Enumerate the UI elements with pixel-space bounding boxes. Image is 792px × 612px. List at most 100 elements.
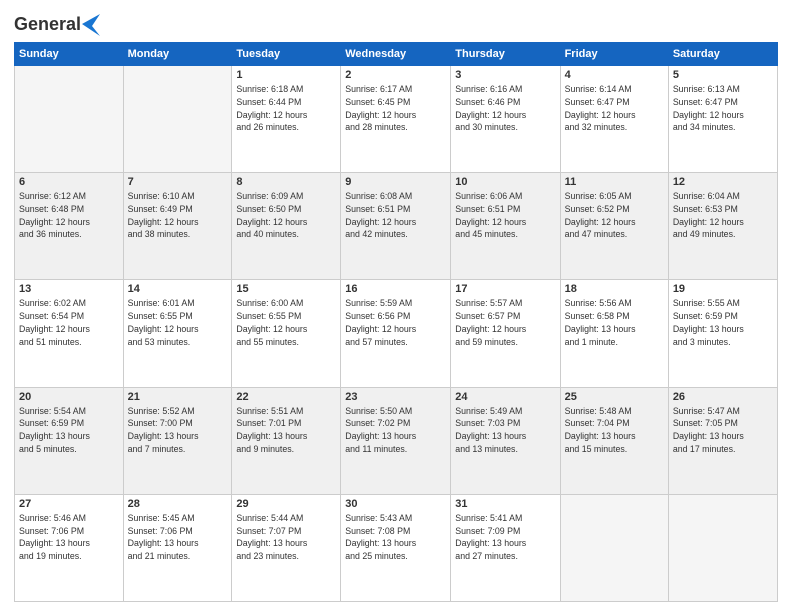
calendar-cell: 8 Sunrise: 6:09 AM Sunset: 6:50 PM Daylig… <box>232 173 341 280</box>
day-info: Sunrise: 6:18 AM Sunset: 6:44 PM Dayligh… <box>236 83 336 134</box>
day-number: 22 <box>236 391 336 403</box>
calendar-cell: 25 Sunrise: 5:48 AM Sunset: 7:04 PM Dayli… <box>560 387 668 494</box>
day-number: 23 <box>345 391 446 403</box>
day-info: Sunrise: 5:45 AM Sunset: 7:06 PM Dayligh… <box>128 512 228 563</box>
col-header-thursday: Thursday <box>451 43 560 66</box>
day-info: Sunrise: 5:50 AM Sunset: 7:02 PM Dayligh… <box>345 405 446 456</box>
calendar-cell: 23 Sunrise: 5:50 AM Sunset: 7:02 PM Dayli… <box>341 387 451 494</box>
day-number: 27 <box>19 498 119 510</box>
day-info: Sunrise: 5:46 AM Sunset: 7:06 PM Dayligh… <box>19 512 119 563</box>
calendar-cell: 21 Sunrise: 5:52 AM Sunset: 7:00 PM Dayli… <box>123 387 232 494</box>
day-info: Sunrise: 5:56 AM Sunset: 6:58 PM Dayligh… <box>565 297 664 348</box>
day-info: Sunrise: 6:00 AM Sunset: 6:55 PM Dayligh… <box>236 297 336 348</box>
day-number: 29 <box>236 498 336 510</box>
calendar-cell: 29 Sunrise: 5:44 AM Sunset: 7:07 PM Dayli… <box>232 494 341 601</box>
day-info: Sunrise: 6:06 AM Sunset: 6:51 PM Dayligh… <box>455 190 555 241</box>
col-header-monday: Monday <box>123 43 232 66</box>
day-number: 18 <box>565 283 664 295</box>
day-info: Sunrise: 5:48 AM Sunset: 7:04 PM Dayligh… <box>565 405 664 456</box>
col-header-wednesday: Wednesday <box>341 43 451 66</box>
day-number: 7 <box>128 176 228 188</box>
col-header-sunday: Sunday <box>15 43 124 66</box>
calendar-cell: 27 Sunrise: 5:46 AM Sunset: 7:06 PM Dayli… <box>15 494 124 601</box>
day-info: Sunrise: 6:12 AM Sunset: 6:48 PM Dayligh… <box>19 190 119 241</box>
calendar-cell: 9 Sunrise: 6:08 AM Sunset: 6:51 PM Daylig… <box>341 173 451 280</box>
calendar-table: SundayMondayTuesdayWednesdayThursdayFrid… <box>14 42 778 602</box>
calendar-cell: 7 Sunrise: 6:10 AM Sunset: 6:49 PM Daylig… <box>123 173 232 280</box>
day-info: Sunrise: 6:02 AM Sunset: 6:54 PM Dayligh… <box>19 297 119 348</box>
calendar-cell: 2Sunrise: 6:17 AM Sunset: 6:45 PM Daylig… <box>341 66 451 173</box>
calendar-cell: 16Sunrise: 5:59 AM Sunset: 6:56 PM Dayli… <box>341 280 451 387</box>
day-info: Sunrise: 5:54 AM Sunset: 6:59 PM Dayligh… <box>19 405 119 456</box>
day-number: 25 <box>565 391 664 403</box>
day-info: Sunrise: 6:09 AM Sunset: 6:50 PM Dayligh… <box>236 190 336 241</box>
day-info: Sunrise: 5:55 AM Sunset: 6:59 PM Dayligh… <box>673 297 773 348</box>
day-info: Sunrise: 5:51 AM Sunset: 7:01 PM Dayligh… <box>236 405 336 456</box>
calendar-cell: 3 Sunrise: 6:16 AM Sunset: 6:46 PM Daylig… <box>451 66 560 173</box>
calendar-cell: 14 Sunrise: 6:01 AM Sunset: 6:55 PM Dayli… <box>123 280 232 387</box>
day-number: 1 <box>236 69 336 81</box>
day-number: 9 <box>345 176 446 188</box>
day-number: 16 <box>345 283 446 295</box>
day-number: 20 <box>19 391 119 403</box>
day-number: 17 <box>455 283 555 295</box>
day-info: Sunrise: 6:16 AM Sunset: 6:46 PM Dayligh… <box>455 83 555 134</box>
calendar-cell: 12 Sunrise: 6:04 AM Sunset: 6:53 PM Dayli… <box>668 173 777 280</box>
calendar-cell: 11 Sunrise: 6:05 AM Sunset: 6:52 PM Dayli… <box>560 173 668 280</box>
day-info: Sunrise: 5:44 AM Sunset: 7:07 PM Dayligh… <box>236 512 336 563</box>
calendar-cell: 15 Sunrise: 6:00 AM Sunset: 6:55 PM Dayli… <box>232 280 341 387</box>
day-number: 11 <box>565 176 664 188</box>
day-number: 4 <box>565 69 664 81</box>
day-info: Sunrise: 6:14 AM Sunset: 6:47 PM Dayligh… <box>565 83 664 134</box>
day-number: 15 <box>236 283 336 295</box>
day-info: Sunrise: 5:49 AM Sunset: 7:03 PM Dayligh… <box>455 405 555 456</box>
calendar-header-row: SundayMondayTuesdayWednesdayThursdayFrid… <box>15 43 778 66</box>
day-number: 10 <box>455 176 555 188</box>
calendar-cell: 31Sunrise: 5:41 AM Sunset: 7:09 PM Dayli… <box>451 494 560 601</box>
col-header-saturday: Saturday <box>668 43 777 66</box>
calendar-week-row: 1 Sunrise: 6:18 AM Sunset: 6:44 PM Daylig… <box>15 66 778 173</box>
calendar-cell: 28 Sunrise: 5:45 AM Sunset: 7:06 PM Dayli… <box>123 494 232 601</box>
day-info: Sunrise: 5:52 AM Sunset: 7:00 PM Dayligh… <box>128 405 228 456</box>
calendar-cell <box>123 66 232 173</box>
day-number: 28 <box>128 498 228 510</box>
day-number: 8 <box>236 176 336 188</box>
calendar-cell: 13Sunrise: 6:02 AM Sunset: 6:54 PM Dayli… <box>15 280 124 387</box>
header: General <box>14 10 778 36</box>
day-number: 12 <box>673 176 773 188</box>
day-info: Sunrise: 6:08 AM Sunset: 6:51 PM Dayligh… <box>345 190 446 241</box>
day-info: Sunrise: 5:43 AM Sunset: 7:08 PM Dayligh… <box>345 512 446 563</box>
day-info: Sunrise: 6:13 AM Sunset: 6:47 PM Dayligh… <box>673 83 773 134</box>
day-info: Sunrise: 5:41 AM Sunset: 7:09 PM Dayligh… <box>455 512 555 563</box>
day-info: Sunrise: 6:05 AM Sunset: 6:52 PM Dayligh… <box>565 190 664 241</box>
calendar-cell: 1 Sunrise: 6:18 AM Sunset: 6:44 PM Daylig… <box>232 66 341 173</box>
day-number: 6 <box>19 176 119 188</box>
calendar-cell: 5 Sunrise: 6:13 AM Sunset: 6:47 PM Daylig… <box>668 66 777 173</box>
day-number: 14 <box>128 283 228 295</box>
logo-bird-icon <box>82 14 100 36</box>
day-info: Sunrise: 6:01 AM Sunset: 6:55 PM Dayligh… <box>128 297 228 348</box>
calendar-cell: 30Sunrise: 5:43 AM Sunset: 7:08 PM Dayli… <box>341 494 451 601</box>
col-header-friday: Friday <box>560 43 668 66</box>
calendar-cell: 26 Sunrise: 5:47 AM Sunset: 7:05 PM Dayli… <box>668 387 777 494</box>
logo-text-general: General <box>14 15 81 35</box>
day-number: 21 <box>128 391 228 403</box>
logo: General <box>14 14 100 36</box>
calendar-cell: 4 Sunrise: 6:14 AM Sunset: 6:47 PM Daylig… <box>560 66 668 173</box>
day-info: Sunrise: 5:47 AM Sunset: 7:05 PM Dayligh… <box>673 405 773 456</box>
calendar-cell: 20 Sunrise: 5:54 AM Sunset: 6:59 PM Dayli… <box>15 387 124 494</box>
day-number: 5 <box>673 69 773 81</box>
page: General SundayMondayTuesdayWednesdayThur… <box>0 0 792 612</box>
calendar-cell <box>560 494 668 601</box>
day-number: 3 <box>455 69 555 81</box>
calendar-cell: 10 Sunrise: 6:06 AM Sunset: 6:51 PM Dayli… <box>451 173 560 280</box>
day-number: 24 <box>455 391 555 403</box>
day-info: Sunrise: 5:57 AM Sunset: 6:57 PM Dayligh… <box>455 297 555 348</box>
calendar-cell: 17 Sunrise: 5:57 AM Sunset: 6:57 PM Dayli… <box>451 280 560 387</box>
day-info: Sunrise: 6:04 AM Sunset: 6:53 PM Dayligh… <box>673 190 773 241</box>
day-info: Sunrise: 6:10 AM Sunset: 6:49 PM Dayligh… <box>128 190 228 241</box>
day-number: 19 <box>673 283 773 295</box>
day-number: 2 <box>345 69 446 81</box>
calendar-cell: 19 Sunrise: 5:55 AM Sunset: 6:59 PM Dayli… <box>668 280 777 387</box>
day-number: 26 <box>673 391 773 403</box>
